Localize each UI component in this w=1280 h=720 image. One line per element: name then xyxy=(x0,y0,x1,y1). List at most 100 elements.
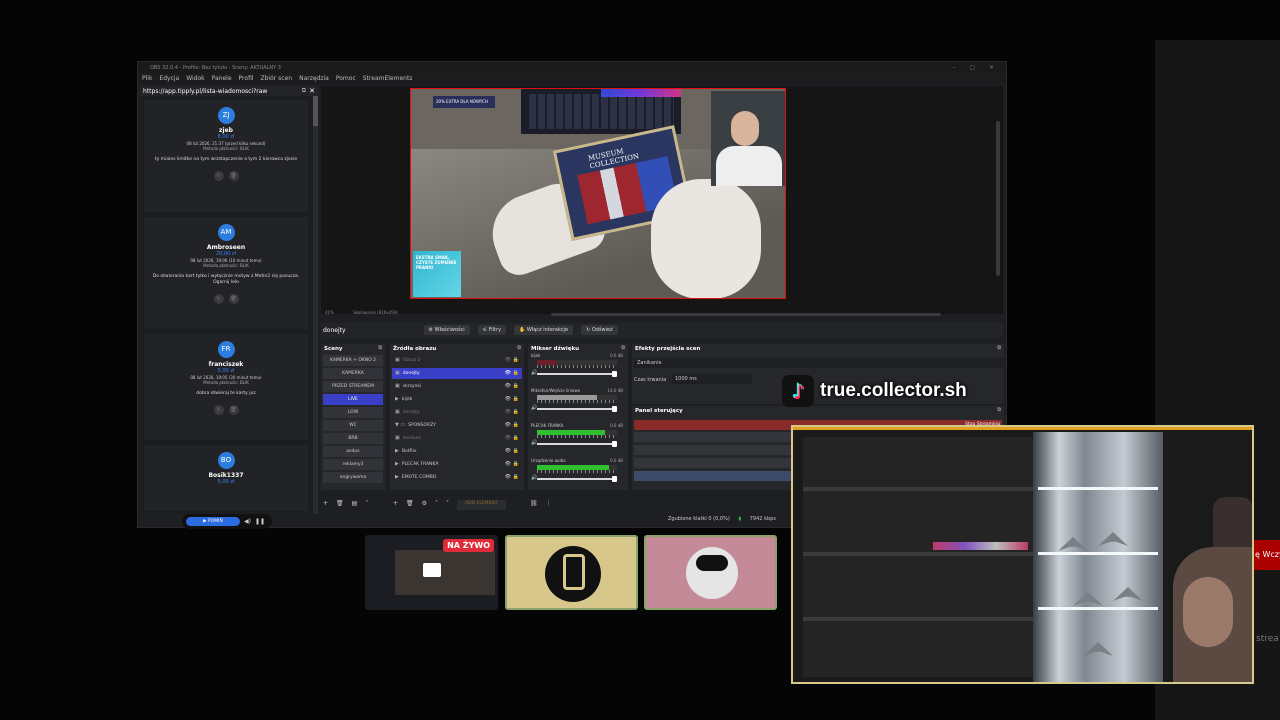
visibility-icon[interactable]: 👁 xyxy=(505,472,511,483)
source-item[interactable]: ▣ skrzynki 👁 🔒 xyxy=(392,381,522,392)
source-item[interactable]: ▶ PLECAK FRANKA 👁 🔒 xyxy=(392,459,522,470)
live-thumbnail[interactable]: NA ŻYWO xyxy=(365,535,498,610)
scene-item[interactable]: reklamy3 xyxy=(323,459,383,470)
close-icon[interactable]: ✕ xyxy=(309,87,315,95)
menu-file[interactable]: Plik xyxy=(142,75,152,84)
filter-icon[interactable]: ▤ xyxy=(352,500,358,510)
lock-icon[interactable]: 🔒 xyxy=(513,394,519,405)
skip-button[interactable]: ▶ POMIŃ xyxy=(186,517,240,526)
scene-item[interactable]: KAMERKA xyxy=(323,368,383,379)
delete-icon[interactable]: 🗑 xyxy=(406,500,414,510)
float-icon[interactable]: ⧉ xyxy=(302,87,306,95)
scroll-thumb[interactable] xyxy=(313,96,318,126)
lock-icon[interactable]: 🔒 xyxy=(513,368,519,379)
pause-icon[interactable]: ❚❚ xyxy=(255,518,265,525)
more-icon[interactable]: ⋮ xyxy=(546,500,552,510)
properties-button[interactable]: ⚙ Właściwości xyxy=(423,325,470,335)
replay-icon[interactable]: ↻ xyxy=(213,294,224,304)
avatar-thumbnail[interactable] xyxy=(644,535,777,610)
gear-icon[interactable]: ⚙ xyxy=(422,500,427,510)
visibility-icon[interactable]: 👁 xyxy=(505,459,511,470)
delete-icon[interactable]: 🗑 xyxy=(228,294,239,304)
visibility-icon[interactable]: 👁 xyxy=(505,420,511,431)
volume-slider[interactable] xyxy=(537,371,617,377)
scene-item-active[interactable]: LIVE xyxy=(323,394,383,405)
float-icon[interactable]: ⧉ xyxy=(621,345,625,351)
add-element-button[interactable]: ADD ELEMENT xyxy=(457,500,506,510)
volume-slider[interactable] xyxy=(537,406,617,412)
refresh-button[interactable]: ↻ Odśwież xyxy=(581,325,618,335)
add-icon[interactable]: + xyxy=(393,500,398,510)
filters-button[interactable]: ⚟ Filtry xyxy=(477,325,507,335)
source-type-icon: ▶ xyxy=(395,474,399,480)
interact-button[interactable]: ✋ Włącz interakcje xyxy=(514,325,574,335)
duration-input[interactable]: 1000 ms xyxy=(672,374,752,384)
phone-thumbnail[interactable] xyxy=(505,535,638,610)
visibility-icon[interactable]: 👁 xyxy=(505,433,511,444)
menu-view[interactable]: Widok xyxy=(186,75,204,84)
volume-slider[interactable] xyxy=(537,476,617,482)
preview-canvas[interactable]: MUSEUM COLLECTION 20% EXTRA DLA NOWYCH E… xyxy=(410,88,786,299)
scene-item[interactable]: WC xyxy=(323,420,383,431)
scene-item[interactable]: angrywama xyxy=(323,472,383,483)
scene-item[interactable]: BRB xyxy=(323,433,383,444)
menu-docks[interactable]: Panele xyxy=(212,75,232,84)
menu-help[interactable]: Pomoc xyxy=(336,75,356,84)
visibility-icon[interactable]: 👁 xyxy=(505,381,511,392)
lock-icon[interactable]: 🔒 xyxy=(513,381,519,392)
source-item[interactable]: ▶ EMOTE COMBO 👁 🔒 xyxy=(392,472,522,483)
link-icon[interactable]: ⛓ xyxy=(530,500,538,510)
zoom-level[interactable]: 41% xyxy=(325,310,334,315)
source-item[interactable]: ▣ meduza 👁 🔒 xyxy=(392,433,522,444)
lock-icon[interactable]: 🔒 xyxy=(513,355,519,366)
delete-icon[interactable]: 🗑 xyxy=(336,500,344,510)
visibility-icon[interactable]: 👁 xyxy=(505,355,511,366)
replay-icon[interactable]: ↻ xyxy=(213,171,224,181)
source-item[interactable]: ▼ ▭ SPONSORZY 👁 🔒 xyxy=(392,420,522,431)
scene-item[interactable]: LOW xyxy=(323,407,383,418)
lock-icon[interactable]: 🔒 xyxy=(513,446,519,457)
lock-icon[interactable]: 🔒 xyxy=(513,407,519,418)
menu-tools[interactable]: Narzędzia xyxy=(299,75,329,84)
volume-icon[interactable]: ◀) xyxy=(244,518,251,525)
lock-icon[interactable]: 🔒 xyxy=(513,472,519,483)
scene-item[interactable]: asdus xyxy=(323,446,383,457)
source-item[interactable]: ▣ donejty 👁 🔒 xyxy=(392,407,522,418)
lock-icon[interactable]: 🔒 xyxy=(513,420,519,431)
lock-icon[interactable]: 🔒 xyxy=(513,459,519,470)
delete-icon[interactable]: 🗑 xyxy=(228,405,239,415)
volume-slider[interactable] xyxy=(537,441,617,447)
scenes-header: Sceny ⧉ xyxy=(321,344,385,353)
scene-item[interactable]: KAMERKA + OKNO 2 xyxy=(323,355,383,366)
delete-icon[interactable]: 🗑 xyxy=(228,171,239,181)
preview-vertical-scrollbar[interactable] xyxy=(996,121,1000,276)
visibility-icon[interactable]: 👁 xyxy=(505,446,511,457)
mixer-tools: ⛓ ⋮ xyxy=(530,500,552,510)
menu-streamelements[interactable]: StreamElements xyxy=(363,75,413,84)
source-item[interactable]: ▶ kijek 👁 🔒 xyxy=(392,394,522,405)
up-icon[interactable]: ˄ xyxy=(435,500,438,510)
menu-profile[interactable]: Profil xyxy=(239,75,254,84)
float-icon[interactable]: ⧉ xyxy=(517,345,521,351)
dock-scrollbar[interactable] xyxy=(313,96,318,514)
menu-edit[interactable]: Edycja xyxy=(159,75,179,84)
float-icon[interactable]: ⧉ xyxy=(997,407,1001,413)
float-icon[interactable]: ⧉ xyxy=(378,345,382,351)
visibility-icon[interactable]: 👁 xyxy=(505,407,511,418)
scene-item[interactable]: PRZED STREAMEM xyxy=(323,381,383,392)
visibility-icon[interactable]: 👁 xyxy=(505,394,511,405)
tiktok-icon: ♪ xyxy=(782,374,814,408)
replay-icon[interactable]: ↻ xyxy=(213,405,224,415)
add-icon[interactable]: + xyxy=(323,500,328,510)
window-controls[interactable]: – ▢ ✕ xyxy=(952,64,1000,71)
lock-icon[interactable]: 🔒 xyxy=(513,433,519,444)
visibility-icon[interactable]: 👁 xyxy=(505,368,511,379)
down-icon[interactable]: ˅ xyxy=(446,500,449,510)
up-icon[interactable]: ˄ xyxy=(365,500,368,510)
source-item[interactable]: ▶ BotRix 👁 🔒 xyxy=(392,446,522,457)
source-item[interactable]: ▣ donejty 👁 🔒 xyxy=(392,368,522,379)
transition-select[interactable]: Zanikanie xyxy=(634,358,1004,368)
float-icon[interactable]: ⧉ xyxy=(997,345,1001,351)
menu-scene-collection[interactable]: Zbiór scen xyxy=(261,75,293,84)
source-item[interactable]: ▣ Obraz 2 👁 🔒 xyxy=(392,355,522,366)
